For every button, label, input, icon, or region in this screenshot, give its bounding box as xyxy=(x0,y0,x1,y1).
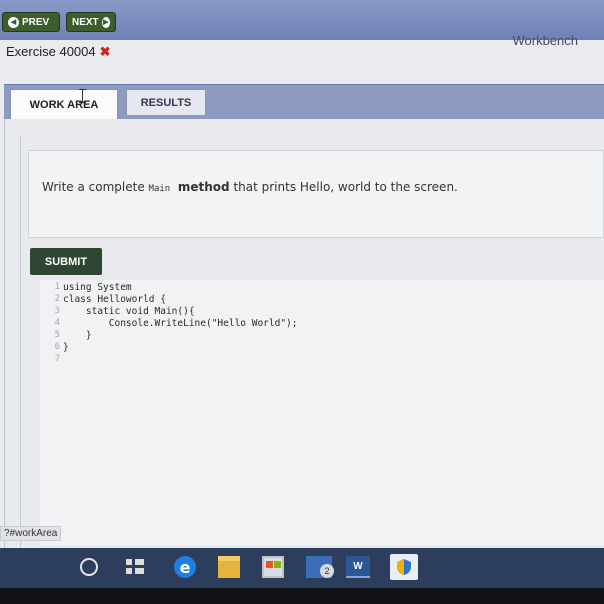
task-view-square xyxy=(126,568,132,574)
line-number: 5 xyxy=(54,330,60,340)
edge-icon[interactable]: e xyxy=(174,556,196,578)
code-line[interactable]: Console.WriteLine("Hello World"); xyxy=(63,318,298,329)
next-label: NEXT xyxy=(72,16,99,28)
word-icon[interactable]: W xyxy=(346,556,370,578)
line-number: 4 xyxy=(54,318,60,328)
search-icon[interactable] xyxy=(80,558,98,576)
store-tile xyxy=(266,561,273,568)
code-line[interactable]: class Helloworld { xyxy=(63,294,166,305)
tab-work-area[interactable]: WORK AREA xyxy=(10,89,118,119)
task-view-square xyxy=(135,568,144,574)
task-view-square xyxy=(126,559,132,565)
code-editor[interactable]: 1 2 3 4 5 6 7 using System class Hellowo… xyxy=(40,280,604,545)
error-x-icon: ✖ xyxy=(99,44,111,59)
instructions-before: Write a complete xyxy=(42,180,149,194)
line-number: 2 xyxy=(54,294,60,304)
tab-bar: WORK AREA RESULTS xyxy=(4,84,604,120)
instructions-box: Write a complete Main method that prints… xyxy=(28,150,604,238)
store-tile xyxy=(274,561,281,568)
shield-glyph xyxy=(397,559,411,575)
line-number: 6 xyxy=(54,342,60,352)
instructions-after: that prints Hello, world to the screen. xyxy=(229,180,458,194)
next-button[interactable]: NEXT ▶ xyxy=(66,12,116,32)
line-number: 7 xyxy=(54,354,60,364)
mail-badge: 2 xyxy=(320,564,334,578)
arrow-right-icon: ▶ xyxy=(101,16,110,28)
task-view-icon[interactable] xyxy=(126,559,144,575)
security-shield-icon[interactable] xyxy=(390,554,418,580)
task-view-square xyxy=(135,559,144,565)
line-number: 3 xyxy=(54,306,60,316)
instructions-code: Main xyxy=(148,184,171,194)
instructions-text: Write a complete Main method that prints… xyxy=(42,180,458,194)
instructions-bold: method xyxy=(177,180,230,194)
code-line[interactable]: static void Main(){ xyxy=(63,306,195,317)
prev-label: PREV xyxy=(22,16,50,28)
text-cursor-icon xyxy=(79,89,86,103)
arrow-left-icon: ◀ xyxy=(8,16,19,28)
line-number: 1 xyxy=(54,282,60,292)
submit-button[interactable]: SUBMIT xyxy=(30,248,102,275)
file-explorer-icon[interactable] xyxy=(218,556,240,578)
status-bar-url: ?#workArea xyxy=(0,526,62,541)
code-line[interactable]: } xyxy=(63,330,92,341)
taskbar: e W xyxy=(0,548,604,588)
tab-results[interactable]: RESULTS xyxy=(126,89,206,115)
prev-button[interactable]: ◀ PREV xyxy=(2,12,60,32)
code-line[interactable]: using System xyxy=(63,282,132,293)
exercise-label: Exercise 40004 xyxy=(6,44,96,59)
screen-bezel xyxy=(0,588,604,604)
code-line[interactable]: } xyxy=(63,342,69,353)
exercise-title: Exercise 40004 ✖ xyxy=(6,44,111,60)
store-icon[interactable] xyxy=(262,556,284,578)
screen: ◀ PREV NEXT ▶ Workbench Exercise 40004 ✖ … xyxy=(0,0,604,550)
brand-title: Workbench xyxy=(512,33,578,48)
divider xyxy=(20,136,21,550)
